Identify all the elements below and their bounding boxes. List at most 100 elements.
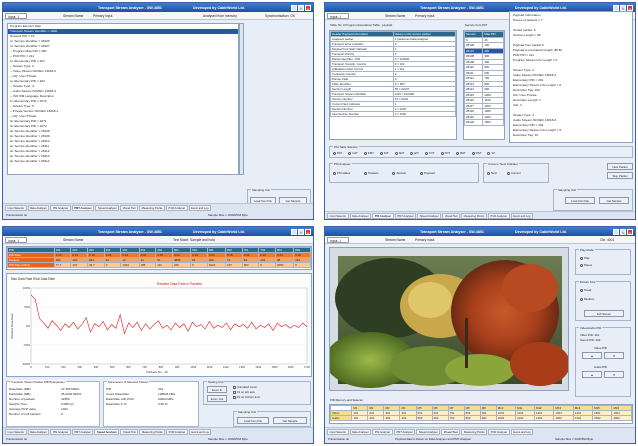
tab-data-analyser[interactable]: Data Analyser: [349, 213, 372, 219]
tab-pcr-analyser[interactable]: PCR Analyser: [487, 213, 510, 219]
psi-radio-pmt[interactable]: PMT: [363, 151, 374, 155]
memory-cell[interactable]: 102: [351, 415, 369, 421]
close-button[interactable]: x: [305, 4, 311, 11]
memory-cell[interactable]: 1202: [534, 415, 555, 421]
psi-radio-tot[interactable]: TOT: [424, 151, 435, 155]
tab-event-and-log[interactable]: Event and Log: [510, 213, 533, 219]
close-button[interactable]: x: [627, 228, 633, 235]
tab-measuring-points[interactable]: Measuring Points: [461, 213, 487, 219]
scaling-option[interactable]: Fit on bottom axis: [233, 395, 260, 400]
radio-icon: [333, 151, 336, 155]
memory-cell[interactable]: 1502: [592, 415, 613, 421]
packet-details-table[interactable]: Header Payload Information Values in the …: [329, 30, 457, 140]
stop-packet-button[interactable]: Stop Packet: [607, 172, 633, 179]
audio-pid-up-button[interactable]: ▲: [582, 371, 602, 378]
pid-memory-table[interactable]: M1 M2 M3 M4 M5 M6 M7 M8 M9 M10 M11 M12 M13 M14 M15 M16 V…: [329, 404, 633, 424]
psi-radio-sdt[interactable]: SDT: [394, 151, 404, 155]
x-tick-label: 1300: [239, 365, 245, 369]
video-pid-down-button[interactable]: ▼: [604, 352, 624, 359]
tab-pmt-analyser[interactable]: PMT Analyser: [394, 213, 417, 219]
zoom-out-button[interactable]: Zoom Out: [207, 395, 227, 402]
tab-input-selector[interactable]: Input Selector: [327, 213, 349, 219]
psi-radio-tdt[interactable]: TDT: [440, 151, 450, 155]
memory-cell[interactable]: 1602: [611, 415, 632, 421]
analyser-radio[interactable]: Section: [392, 171, 406, 175]
psi-radio-bat[interactable]: BAT: [456, 151, 466, 155]
service-row[interactable]: 28120 1500: [464, 119, 504, 126]
memory-cell[interactable]: 802: [463, 415, 481, 421]
minimize-button[interactable]: _: [291, 228, 297, 235]
status-bar: Transmission ok Payload data is shown on…: [325, 435, 635, 443]
tree-node[interactable]: ⊞- Service Identifier = 28114: [8, 159, 238, 164]
video-pid-up-button[interactable]: ▲: [582, 352, 602, 359]
memory-row[interactable]: Audio 102 202 302 402 502 602 702 802 902 1002 1102…: [330, 415, 632, 421]
current-next-radio[interactable]: Current: [506, 171, 521, 175]
memory-cell[interactable]: 702: [447, 415, 465, 421]
maximize-button[interactable]: □: [298, 228, 304, 235]
memory-cell[interactable]: 502: [415, 415, 433, 421]
minimize-button[interactable]: _: [291, 4, 297, 11]
x-tick-label: 100: [45, 365, 50, 369]
checkbox-icon: [233, 390, 236, 394]
close-button[interactable]: x: [627, 4, 633, 11]
input-select[interactable]: Input: 1: [327, 236, 349, 243]
maximize-button[interactable]: □: [620, 4, 626, 11]
memory-cell[interactable]: 202: [367, 415, 385, 421]
close-button[interactable]: x: [305, 228, 311, 235]
psi-radio-eit[interactable]: EIT: [410, 151, 419, 155]
minimize-button[interactable]: _: [613, 228, 619, 235]
memory-cell[interactable]: 602: [431, 415, 449, 421]
analyser-radio[interactable]: Packets: [364, 171, 378, 175]
memory-cell[interactable]: 1002: [495, 415, 517, 421]
minimize-button[interactable]: _: [613, 4, 619, 11]
next-packet-button[interactable]: Next Packet: [607, 163, 633, 170]
get-sample-button[interactable]: Get Sample: [599, 197, 629, 204]
video-preview-frame[interactable]: [329, 247, 569, 391]
picture-size-radio[interactable]: Small: [580, 288, 594, 297]
pid-memory-title: PID Memory and Selector: [330, 398, 364, 402]
memory-cell[interactable]: 902: [479, 415, 497, 421]
audio-pid-down-button[interactable]: ▼: [604, 371, 624, 378]
picture-size-radio[interactable]: Medium: [580, 297, 594, 306]
input-select[interactable]: Input: 1: [5, 12, 27, 19]
maximize-button[interactable]: □: [298, 4, 304, 11]
tree-scrollbar[interactable]: [239, 23, 244, 175]
analyser-radio[interactable]: Payload: [420, 171, 435, 175]
full-screen-button[interactable]: Full Screen: [584, 310, 624, 317]
current-next-radio[interactable]: Next: [487, 171, 497, 175]
play-mode-radio[interactable]: Pause: [580, 263, 592, 270]
pid-rate-table[interactable]: PID 101 201 202 301 302 401 402 501 502 601 602 701 7…: [6, 246, 312, 270]
memory-cell[interactable]: 402: [399, 415, 417, 421]
memory-cell[interactable]: 1102: [515, 415, 536, 421]
psi-radio-rst[interactable]: RST: [471, 151, 481, 155]
pid-rate-row[interactable]: PID Rate (kbit/s) 77.7 107 36.7 0 1444 185 112 2…: [7, 262, 311, 268]
maximize-button[interactable]: □: [620, 228, 626, 235]
developer-label: Developed by CableWorld Ltd.: [515, 229, 567, 234]
psi-radio-st[interactable]: ST: [487, 151, 495, 155]
input-select[interactable]: Input: 1: [5, 236, 27, 243]
psi-radio-cat[interactable]: CAT: [348, 151, 358, 155]
input-select[interactable]: Input: 1: [327, 12, 349, 19]
load-from-file-button[interactable]: Load from File: [237, 417, 269, 424]
analyser-radio[interactable]: PSI tables: [333, 171, 350, 175]
psi-radio-pat[interactable]: PAT: [333, 151, 342, 155]
sampling-unit-title: Sampling Unit: [251, 188, 271, 192]
program-element-tree[interactable]: Program Element Map Transport Stream Iden…: [7, 23, 239, 175]
load-from-file-button[interactable]: Load from File: [565, 197, 595, 204]
payload-info-panel[interactable]: Payload Information Pieces of packets = 7…: [509, 11, 633, 143]
zoom-in-button[interactable]: Zoom In: [207, 386, 227, 393]
tab-psi-analyser[interactable]: PSI Analyser: [372, 213, 394, 219]
tab-speed-analyser[interactable]: Speed Analyser: [417, 213, 442, 219]
memory-cell[interactable]: 1302: [553, 415, 574, 421]
psi-table-selector: PSI Table Selector PAT CAT PMT NIT SDT EIT TOT…: [329, 145, 633, 158]
service-list[interactable]: Service Map PID 0 16 28106 100 28107 200 28108 3…: [463, 30, 505, 140]
memory-cell[interactable]: 302: [383, 415, 401, 421]
detail-row[interactable]: Last Section Number 0 = 0x00: [330, 111, 456, 117]
play-mode-radio[interactable]: Play: [580, 256, 592, 263]
get-sample-button[interactable]: Get Sample: [273, 417, 307, 424]
pid-rate-cell: 4224: [206, 262, 227, 268]
rate-chart[interactable]: Max Data Rate Real Data Rate Relative Dat…: [6, 273, 312, 377]
psi-radio-nit[interactable]: NIT: [379, 151, 389, 155]
memory-cell[interactable]: 1402: [572, 415, 594, 421]
tab-visual-tool[interactable]: Visual Tool: [442, 213, 461, 219]
